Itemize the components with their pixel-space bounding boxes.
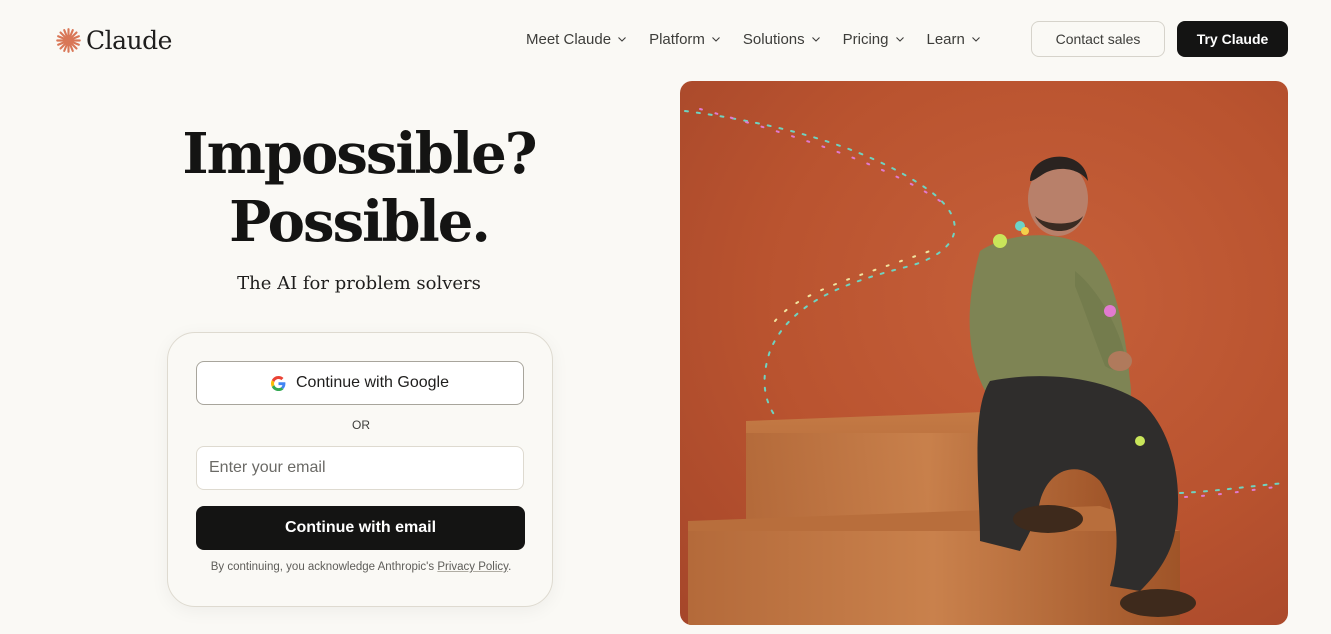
continue-with-email-button[interactable]: Continue with email	[196, 506, 525, 550]
google-icon	[271, 375, 286, 391]
hero-subtitle: The AI for problem solvers	[237, 273, 481, 294]
nav-meet-claude[interactable]: Meet Claude	[526, 31, 627, 48]
hero-title: Impossible? Possible.	[159, 120, 559, 256]
signin-card: Continue with Google OR Continue with em…	[167, 332, 553, 607]
main-nav: Meet Claude Platform Solutions Pricing L…	[526, 28, 1003, 50]
hero-illustration	[684, 108, 1286, 625]
chevron-down-icon	[895, 37, 904, 42]
continue-with-google-button[interactable]: Continue with Google	[196, 361, 524, 405]
email-input[interactable]	[196, 446, 524, 490]
or-divider: OR	[352, 418, 370, 432]
nav-pricing[interactable]: Pricing	[843, 31, 905, 48]
legal-suffix: .	[508, 561, 512, 573]
nav-label: Learn	[926, 30, 965, 48]
logo-text: Claude	[86, 25, 172, 55]
google-button-label: Continue with Google	[296, 374, 449, 391]
nav-platform[interactable]: Platform	[649, 31, 721, 48]
nav-learn[interactable]: Learn	[927, 31, 981, 48]
privacy-policy-link[interactable]: Privacy Policy	[437, 561, 508, 573]
chevron-down-icon	[971, 37, 980, 42]
nav-label: Solutions	[742, 30, 805, 48]
nav-solutions[interactable]: Solutions	[743, 31, 821, 48]
chevron-down-icon	[712, 37, 720, 42]
claude-logo[interactable]: Claude	[55, 24, 172, 56]
hero-photo	[680, 81, 1288, 625]
chevron-down-icon	[618, 37, 626, 42]
try-claude-button[interactable]: Try Claude	[1177, 21, 1288, 57]
nav-label: Platform	[649, 30, 705, 48]
nav-label: Meet Claude	[526, 30, 612, 48]
site-header: Claude Meet Claude Platform Solutions Pr…	[0, 0, 1331, 78]
legal-text: By continuing, you acknowledge Anthropic…	[210, 561, 435, 573]
hero-title-line-1: Impossible?	[182, 121, 537, 187]
claude-starburst-icon	[56, 27, 81, 53]
legal-notice: By continuing, you acknowledge Anthropic…	[168, 561, 554, 573]
nav-label: Pricing	[842, 30, 889, 48]
contact-sales-button[interactable]: Contact sales	[1031, 21, 1165, 57]
hero-title-line-2: Possible.	[229, 189, 491, 255]
chevron-down-icon	[811, 37, 820, 42]
